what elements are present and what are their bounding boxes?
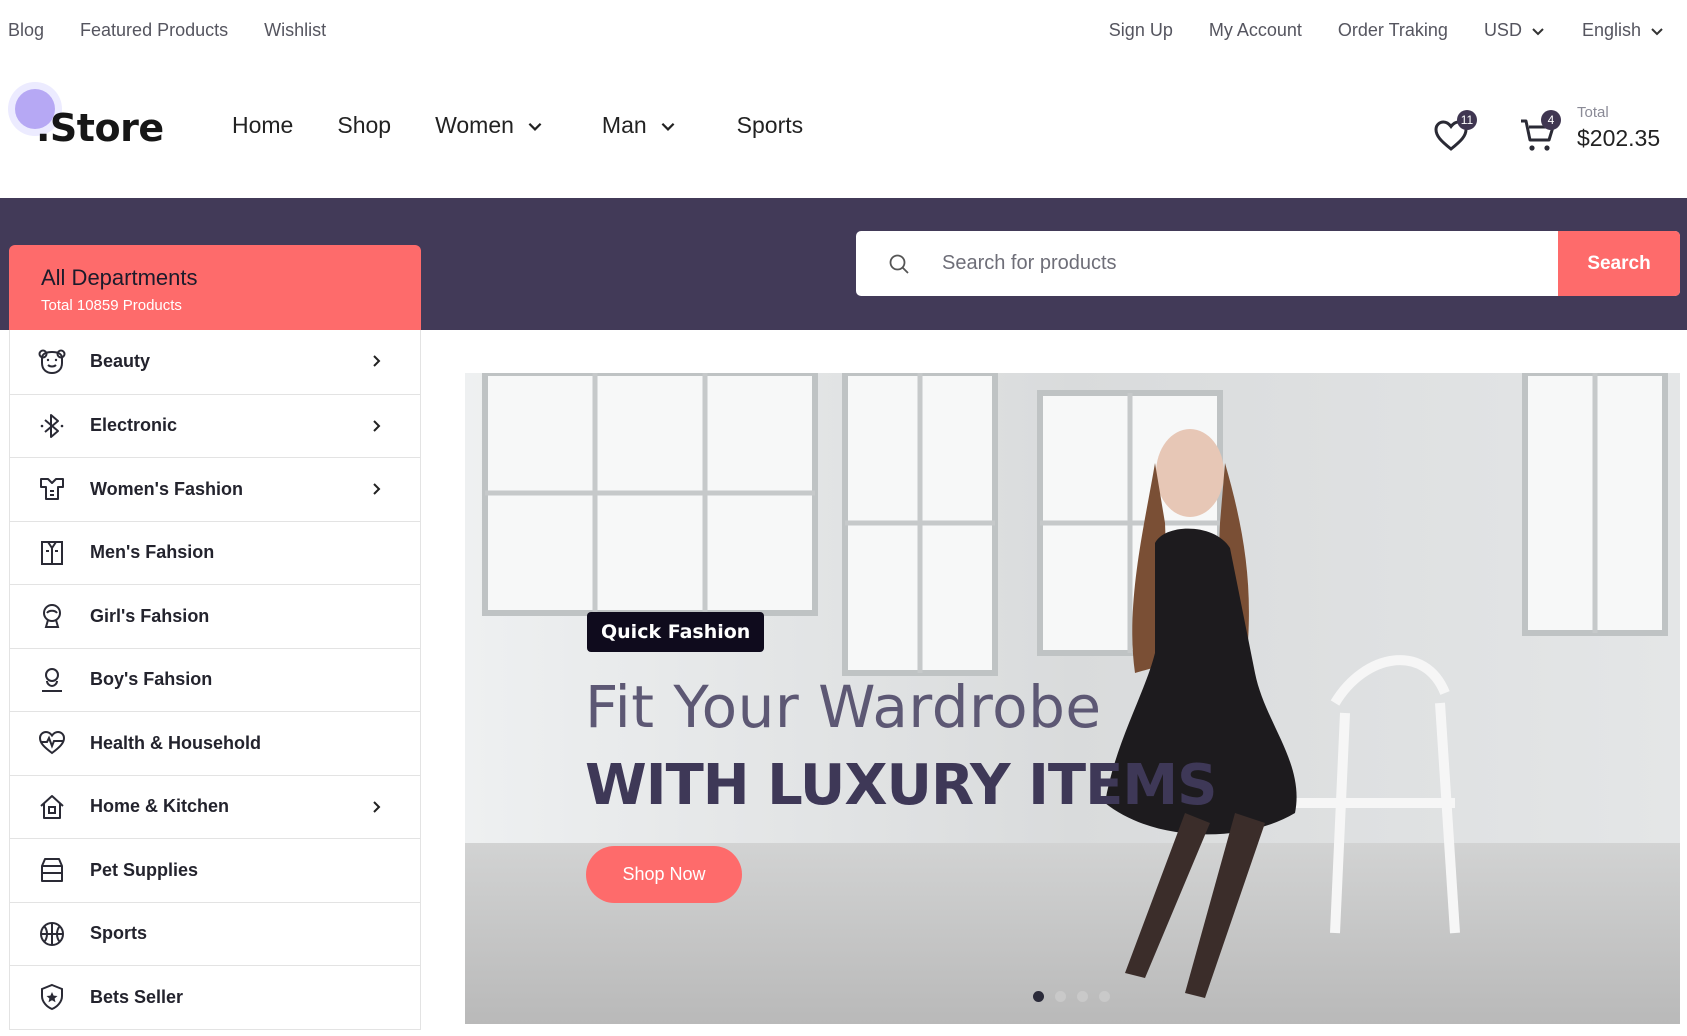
main-header: .Store Home Shop Women Man Sports 11 4 T… [0,64,1687,198]
house-icon [38,793,66,821]
dept-label: Women's Fashion [90,478,243,499]
header-actions: 11 4 Total $202.35 [1419,100,1679,160]
wishlist-button[interactable]: 11 [1433,110,1479,156]
dept-label: Beauty [90,351,151,372]
top-link-featured-products[interactable]: Featured Products [80,20,228,41]
store-logo[interactable]: .Store [8,82,178,162]
heartbeat-icon [38,729,66,757]
dept-label: Men's Fahsion [90,542,215,563]
cart-total-value: $202.35 [1577,125,1661,151]
nav-shop[interactable]: Shop [337,112,391,139]
currency-value: USD [1483,20,1522,40]
chevron-right-icon [373,483,381,495]
top-link-my-account[interactable]: My Account [1209,20,1302,41]
dept-item-pet-supplies[interactable]: Pet Supplies [10,838,420,902]
dept-label: Bets Seller [90,986,184,1007]
bear-face-icon [38,348,66,376]
nav-women[interactable]: Women [435,112,544,139]
dress-icon [38,475,66,503]
shop-now-button[interactable]: Shop Now [586,846,742,903]
departments-list: Beauty Electronic Women's Fashion Men's … [9,330,421,1030]
nav-man-label: Man [601,112,647,138]
hero-tag: Quick Fashion [587,612,765,652]
cart-count-badge: 4 [1541,110,1561,130]
slider-dot[interactable] [1033,991,1044,1002]
nav-man[interactable]: Man [602,112,677,139]
nav-shop-label: Shop [337,112,392,138]
cart-total-label: Total [1577,104,1609,121]
chevron-right-icon [373,419,381,432]
search-button[interactable]: Search [1558,231,1680,296]
slider-dots [1033,991,1121,1002]
cart-total[interactable]: Total $202.35 [1577,104,1660,152]
slider-dot[interactable] [1055,991,1066,1002]
dept-label: Sports [90,923,148,944]
nav-home-label: Home [232,112,294,138]
top-left-links: Blog Featured Products Wishlist [8,20,362,41]
departments-menu: All Departments Total 10859 Products Bea… [9,245,421,1030]
slider-dot[interactable] [1077,991,1088,1002]
top-link-order-tracking[interactable]: Order Traking [1338,20,1448,41]
dept-label: Girl's Fahsion [90,605,210,626]
dept-label: Home & Kitchen [90,796,230,817]
top-link-blog[interactable]: Blog [8,20,44,41]
chevron-right-icon [373,355,381,367]
slider-dot[interactable] [1099,991,1110,1002]
dept-label: Electronic [90,415,178,436]
chevron-down-icon [1651,27,1663,35]
dept-item-beauty[interactable]: Beauty [10,330,420,394]
nav-sports-label: Sports [736,112,804,138]
shirt-icon [38,539,66,567]
dept-item-electronic[interactable]: Electronic [10,393,420,458]
search-bar: Search [856,231,1680,296]
currency-select[interactable]: USD [1484,20,1546,41]
wishlist-count-badge: 11 [1457,110,1477,130]
hero-banner: Quick Fashion Fit Your Wardrobe WITH LUX… [465,373,1680,1024]
search-input[interactable] [942,243,1522,284]
top-utility-bar: Blog Featured Products Wishlist Sign Up … [0,0,1687,64]
dept-item-girls-fashion[interactable]: Girl's Fahsion [10,584,420,648]
dept-item-sports[interactable]: Sports [10,901,420,966]
hero-headline: Fit Your Wardrobe [585,673,1102,741]
chevron-right-icon [373,800,381,813]
top-right-links: Sign Up My Account Order Traking USD Eng… [1073,20,1665,41]
dept-item-best-seller[interactable]: Bets Seller [10,965,420,1029]
chevron-down-icon [661,122,675,131]
cart-button[interactable]: 4 [1519,110,1565,156]
nav-home[interactable]: Home [232,112,293,139]
top-link-wishlist[interactable]: Wishlist [264,20,326,41]
nav-sports[interactable]: Sports [737,112,803,139]
boy-icon [38,666,66,694]
dept-label: Health & Household [90,732,262,753]
language-value: English [1581,20,1641,40]
basketball-icon [38,920,66,948]
departments-subtitle: Total 10859 Products [41,297,182,314]
girl-icon [38,602,66,630]
language-select[interactable]: English [1582,20,1665,41]
all-departments-header[interactable]: All Departments Total 10859 Products [9,245,421,330]
search-icon [889,254,909,274]
dept-item-home-kitchen[interactable]: Home & Kitchen [10,774,420,839]
departments-title: All Departments [41,265,198,290]
main-nav: Home Shop Women Man Sports [232,112,847,139]
pet-bag-icon [38,856,66,884]
star-shield-icon [38,983,66,1011]
dept-label: Boy's Fahsion [90,669,213,690]
top-link-sign-up[interactable]: Sign Up [1109,20,1173,41]
dept-item-womens-fashion[interactable]: Women's Fashion [10,457,420,521]
dept-item-health-household[interactable]: Health & Household [10,711,420,775]
dept-label: Pet Supplies [90,859,199,880]
chevron-down-icon [1532,27,1544,35]
bluetooth-icon [38,412,66,440]
chevron-down-icon [528,122,542,131]
nav-women-label: Women [435,112,514,138]
logo-text: .Store [36,106,164,150]
hero-subheadline: WITH LUXURY ITEMS [585,753,1217,818]
dept-item-mens-fashion[interactable]: Men's Fahsion [10,520,420,585]
dept-item-boys-fashion[interactable]: Boy's Fahsion [10,647,420,712]
